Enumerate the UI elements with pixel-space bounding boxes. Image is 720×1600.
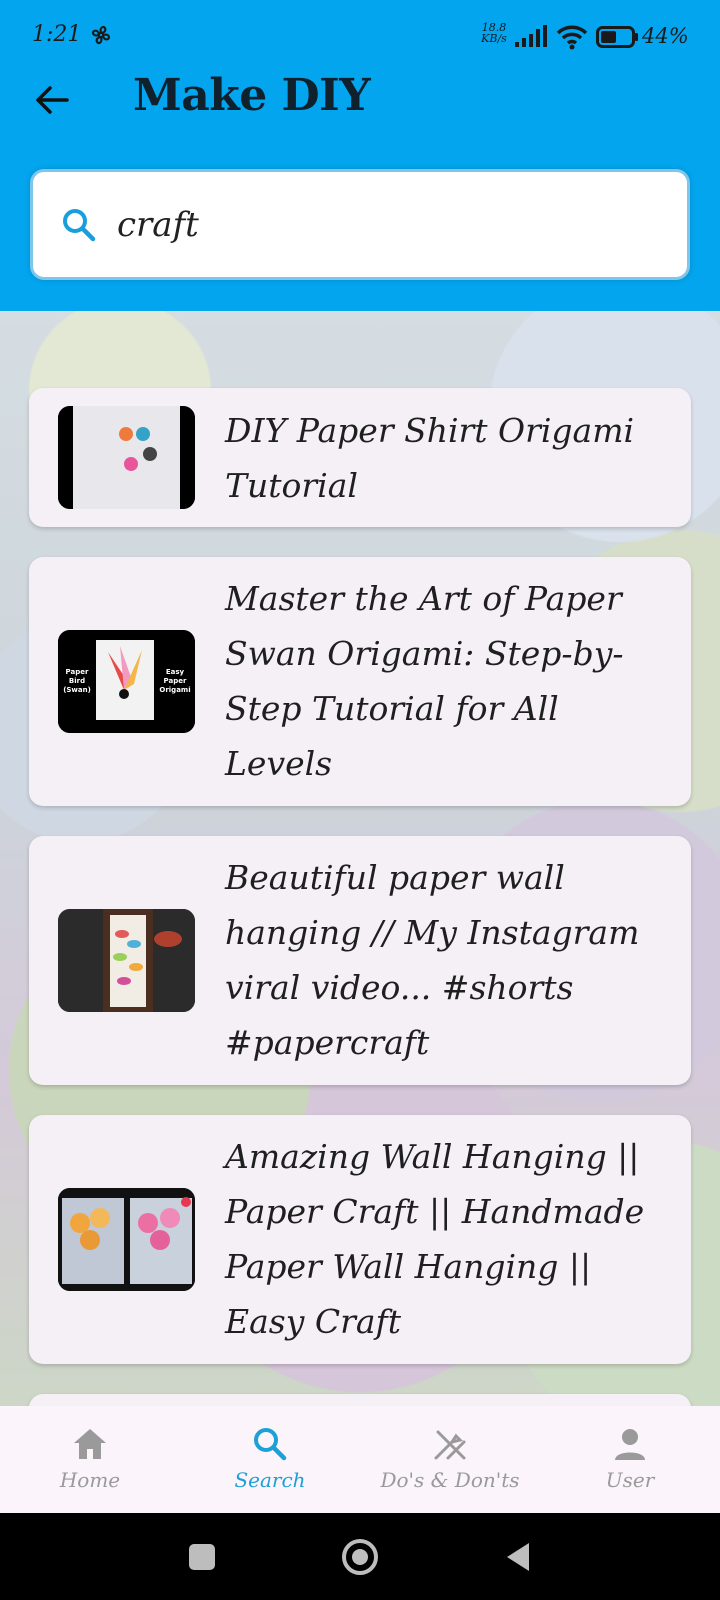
result-card[interactable]: Paper Bird (Swan) Easy Paper Origami Mas… xyxy=(29,557,691,806)
nav-user[interactable]: User xyxy=(540,1406,720,1513)
home-system-button[interactable] xyxy=(336,1533,384,1581)
search-bar[interactable] xyxy=(30,169,690,280)
result-title: Beautiful paper wall hanging // My Insta… xyxy=(225,858,640,1062)
video-thumbnail xyxy=(58,406,195,509)
video-thumbnail xyxy=(58,1188,195,1291)
nav-home[interactable]: Home xyxy=(0,1406,180,1513)
fan-notification-icon xyxy=(91,25,111,45)
result-title: Master the Art of Paper Swan Origami: St… xyxy=(225,579,624,783)
result-title: DIY Paper Shirt Origami Tutorial xyxy=(225,411,635,505)
thumbnail-image xyxy=(58,406,195,509)
bottom-navigation: Home Search Do's & Don'ts User xyxy=(0,1406,720,1513)
search-icon xyxy=(254,1428,287,1461)
person-icon xyxy=(615,1429,645,1460)
result-card[interactable]: DIY Paper Shirt Origami Tutorial xyxy=(29,388,691,527)
nav-dos-donts-label: Do's & Don'ts xyxy=(380,1468,520,1492)
search-icon xyxy=(63,209,96,242)
video-thumbnail: Paper Bird (Swan) Easy Paper Origami xyxy=(58,630,195,733)
app-header: 1:21 18.8 KB/s 44% Make DIY craft xyxy=(0,0,720,311)
signal-icon xyxy=(515,25,547,47)
wifi-icon xyxy=(556,25,588,50)
back-system-button[interactable] xyxy=(494,1533,542,1581)
nav-search-label: Search xyxy=(234,1468,306,1492)
nav-dos-donts[interactable]: Do's & Don'ts xyxy=(360,1406,540,1513)
result-card[interactable]: Amazing Wall Hanging || Paper Craft || H… xyxy=(29,1115,691,1364)
back-button[interactable] xyxy=(30,78,74,122)
circle-home-icon xyxy=(342,1539,378,1575)
system-navigation-bar xyxy=(0,1513,720,1600)
thumb-caption-right: Easy Paper Origami xyxy=(159,668,191,694)
nav-search[interactable]: Search xyxy=(180,1406,360,1513)
thumbnail-image xyxy=(58,909,195,1012)
result-card[interactable] xyxy=(29,1394,691,1406)
search-input[interactable] xyxy=(117,192,657,258)
nav-home-label: Home xyxy=(59,1468,121,1492)
home-icon xyxy=(74,1429,106,1459)
nav-user-label: User xyxy=(605,1468,655,1492)
thumbnail-image xyxy=(58,1188,195,1291)
page-title: Make DIY xyxy=(133,70,371,121)
status-time: 1:21 xyxy=(32,22,82,47)
result-card[interactable]: Beautiful paper wall hanging // My Insta… xyxy=(29,836,691,1085)
triangle-back-icon xyxy=(507,1543,529,1571)
crossed-tools-icon xyxy=(434,1430,466,1460)
square-icon xyxy=(189,1544,215,1570)
thumb-caption-left: Paper Bird (Swan) xyxy=(63,668,91,694)
recents-button[interactable] xyxy=(178,1533,226,1581)
arrow-left-icon xyxy=(36,86,69,114)
battery-percent: 44% xyxy=(642,24,689,48)
net-speed: 18.8 KB/s xyxy=(481,21,507,45)
results-area: DIY Paper Shirt Origami Tutorial Paper B… xyxy=(0,311,720,1406)
result-title: Amazing Wall Hanging || Paper Craft || H… xyxy=(225,1137,645,1341)
video-thumbnail xyxy=(58,909,195,1012)
battery-icon xyxy=(596,26,638,48)
status-bar: 1:21 18.8 KB/s 44% xyxy=(0,0,720,76)
